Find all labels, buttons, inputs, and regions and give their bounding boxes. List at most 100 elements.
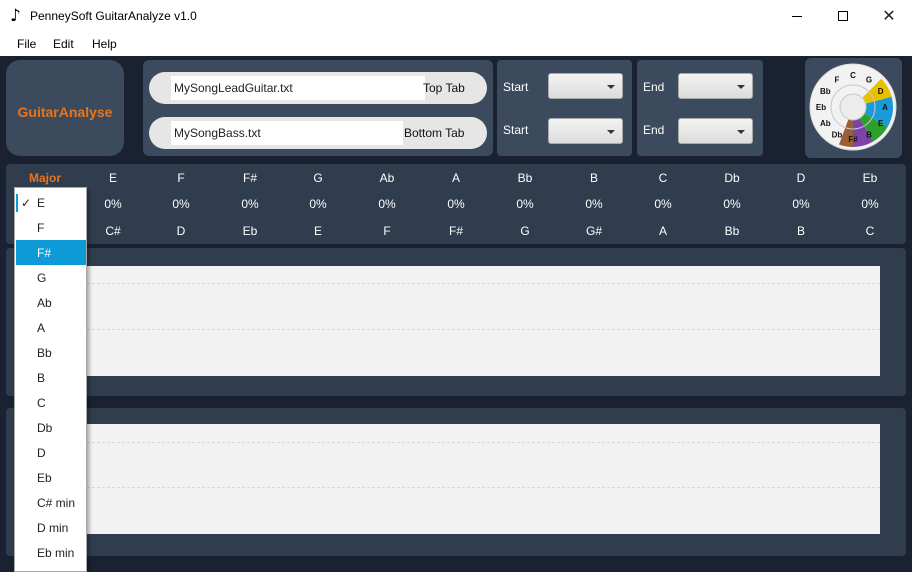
dropdown-item-label: Bb <box>37 346 52 360</box>
circle-of-fifths-panel: C G D A E B F# Db Ab Eb Bb F <box>805 58 902 158</box>
menu-help[interactable]: Help <box>92 37 117 51</box>
menu-bar: File Edit Help <box>0 32 912 56</box>
key-percentage: 0% <box>585 197 603 211</box>
dropdown-item-label: A <box>37 321 46 335</box>
key-percentage: 0% <box>516 197 534 211</box>
start-select-bottom[interactable] <box>548 118 623 144</box>
start-label-top: Start <box>503 80 529 94</box>
wheel-key-label: E <box>878 119 884 128</box>
bottom-tab-staff <box>82 424 880 534</box>
dropdown-item-label: C# min <box>37 496 76 510</box>
key-percentage: 0% <box>309 197 327 211</box>
wheel-key-label: B <box>866 131 872 140</box>
dropdown-item[interactable]: D <box>16 440 86 465</box>
menu-file[interactable]: File <box>17 37 36 51</box>
wheel-key-label: C <box>850 71 856 80</box>
top-tab-file-input[interactable] <box>171 76 425 100</box>
logo-panel: GuitarAnalyse <box>6 60 124 156</box>
wheel-key-label: D <box>878 87 884 96</box>
relative-key: E <box>313 224 322 238</box>
wheel-key-label: Eb <box>816 103 826 112</box>
wheel-key-label: Ab <box>820 119 831 128</box>
dropdown-item[interactable]: Db <box>16 415 86 440</box>
dropdown-item[interactable]: C# min <box>16 490 86 515</box>
staff-line <box>82 487 880 488</box>
wheel-key-label: G <box>866 75 872 84</box>
dropdown-item[interactable]: Eb min <box>16 540 86 565</box>
key-header: F <box>177 171 185 185</box>
dropdown-item[interactable]: Ab <box>16 290 86 315</box>
dropdown-item[interactable]: F# <box>16 240 86 265</box>
relative-key: G <box>520 224 530 238</box>
dropdown-item[interactable]: Eb <box>16 465 86 490</box>
dropdown-item-label: E <box>37 196 46 210</box>
key-table: Major E F F# G Ab A Bb B C Db D Eb 0% 0% 0% 0% 0% 0% 0% 0% 0… <box>6 164 906 244</box>
key-percentage: 0% <box>378 197 396 211</box>
dropdown-item[interactable]: C <box>16 390 86 415</box>
start-select-top[interactable] <box>548 73 623 99</box>
key-header: A <box>451 171 460 185</box>
key-header: D <box>796 171 806 185</box>
relative-key: A <box>658 224 667 238</box>
key-header: C <box>658 171 668 185</box>
end-range-panel: End End <box>637 60 763 156</box>
bottom-tab-file-input[interactable] <box>171 121 403 145</box>
relative-key: C <box>865 224 875 238</box>
key-header: E <box>108 171 117 185</box>
minimize-button[interactable] <box>774 0 820 32</box>
key-percentage: 0% <box>792 197 810 211</box>
wheel-key-label: A <box>882 103 888 112</box>
dropdown-item[interactable]: B <box>16 365 86 390</box>
close-icon: ✕ <box>882 6 896 25</box>
focus-indicator <box>16 194 18 212</box>
dropdown-item[interactable]: D min <box>16 515 86 540</box>
main-panel: GuitarAnalyse Top Tab Bottom Tab Start S… <box>0 56 912 572</box>
key-percentage: 0% <box>104 197 122 211</box>
key-header: Bb <box>517 171 533 185</box>
wheel-key-label: F# <box>848 135 858 144</box>
top-tab-file-row: Top Tab <box>149 72 487 104</box>
key-header: Eb <box>862 171 878 185</box>
dropdown-item[interactable]: A <box>16 315 86 340</box>
close-button[interactable]: ✕ <box>866 0 912 32</box>
key-percentage: 0% <box>861 197 879 211</box>
dropdown-item-label: D min <box>37 521 69 535</box>
key-percentage: 0% <box>723 197 741 211</box>
dropdown-item-label: Ab <box>37 296 52 310</box>
chevron-down-icon <box>607 85 615 89</box>
dropdown-item-label: G <box>37 271 47 285</box>
mode-selector[interactable]: Major <box>15 171 75 185</box>
relative-key: Bb <box>724 224 740 238</box>
dropdown-item-label: B <box>37 371 46 385</box>
key-header: Ab <box>379 171 395 185</box>
top-tab-section <box>6 248 906 396</box>
key-percentage: 0% <box>241 197 259 211</box>
top-tab-staff <box>82 266 880 376</box>
relative-key: F <box>383 224 391 238</box>
dropdown-item[interactable]: ✓ E <box>16 190 86 215</box>
dropdown-item-label: D <box>37 446 46 460</box>
dropdown-item[interactable]: G <box>16 265 86 290</box>
dropdown-item[interactable]: Bb <box>16 340 86 365</box>
maximize-button[interactable] <box>820 0 866 32</box>
end-select-top[interactable] <box>678 73 753 99</box>
dropdown-item[interactable]: F <box>16 215 86 240</box>
end-label-top: End <box>643 80 665 94</box>
wheel-key-label: Db <box>832 131 843 140</box>
relative-key: D <box>176 224 186 238</box>
chevron-down-icon <box>737 85 745 89</box>
menu-edit[interactable]: Edit <box>53 37 74 51</box>
music-note-icon: ♪ <box>10 6 21 26</box>
dropdown-item-label: Eb <box>37 471 52 485</box>
bottom-tab-label: Bottom Tab <box>404 126 465 140</box>
end-select-bottom[interactable] <box>678 118 753 144</box>
bottom-tab-section <box>6 408 906 556</box>
key-percentage: 0% <box>172 197 190 211</box>
dropdown-item-label: Db <box>37 421 53 435</box>
dropdown-item-label: F# <box>37 246 52 260</box>
circle-of-fifths-wheel[interactable]: C GDAEB F# DbAb Eb Bb F <box>805 58 902 158</box>
top-tab-label: Top Tab <box>423 81 465 95</box>
dropdown-item-label: C <box>37 396 46 410</box>
relative-key: Eb <box>242 224 258 238</box>
title-bar: ♪ PenneySoft GuitarAnalyze v1.0 ✕ <box>0 0 912 32</box>
